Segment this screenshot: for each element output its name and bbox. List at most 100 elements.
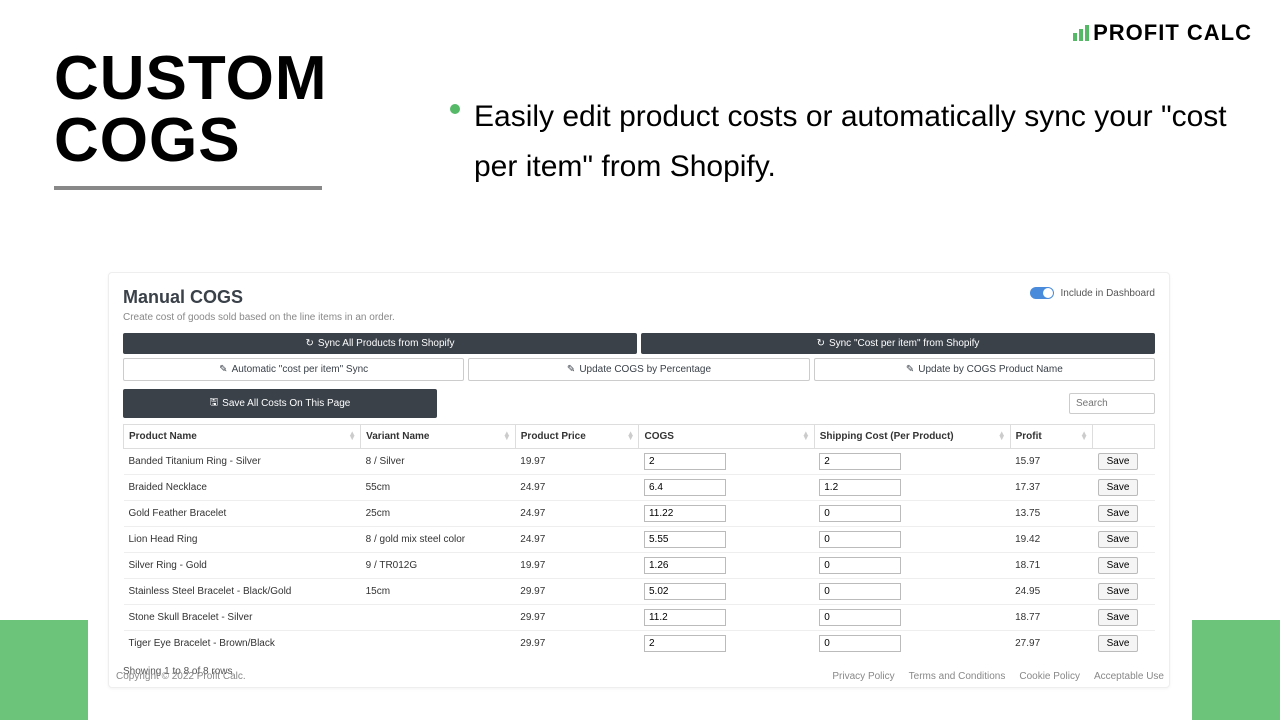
table-row: Stainless Steel Bracelet - Black/Gold15c… xyxy=(124,579,1155,605)
cell-variant xyxy=(361,605,516,631)
sync-icon xyxy=(817,338,825,349)
table-row: Gold Feather Bracelet25cm24.9713.75Save xyxy=(124,501,1155,527)
row-save-button[interactable]: Save xyxy=(1098,531,1139,548)
row-save-button[interactable]: Save xyxy=(1098,635,1139,652)
shipping-input[interactable] xyxy=(819,609,901,626)
sort-icon: ▲▼ xyxy=(1080,432,1088,442)
cell-product: Tiger Eye Bracelet - Brown/Black xyxy=(124,631,361,657)
cell-product: Lion Head Ring xyxy=(124,527,361,553)
col-price[interactable]: Product Price▲▼ xyxy=(515,425,639,449)
page-heading: CUSTOM COGS xyxy=(54,48,328,190)
row-save-button[interactable]: Save xyxy=(1098,505,1139,522)
brand-logo: PROFIT CALC xyxy=(1073,20,1252,46)
col-shipping[interactable]: Shipping Cost (Per Product)▲▼ xyxy=(814,425,1010,449)
row-save-button[interactable]: Save xyxy=(1098,583,1139,600)
cogs-input[interactable] xyxy=(644,635,726,652)
row-save-button[interactable]: Save xyxy=(1098,609,1139,626)
heading-line-2: COGS xyxy=(54,106,241,175)
update-by-name-button[interactable]: Update by COGS Product Name xyxy=(814,358,1155,381)
cell-price: 24.97 xyxy=(515,527,639,553)
sort-icon: ▲▼ xyxy=(348,432,356,442)
sort-icon: ▲▼ xyxy=(998,432,1006,442)
cell-product: Braided Necklace xyxy=(124,475,361,501)
col-action xyxy=(1093,425,1155,449)
cogs-input[interactable] xyxy=(644,531,726,548)
sync-all-label: Sync All Products from Shopify xyxy=(318,338,455,349)
footer-link[interactable]: Cookie Policy xyxy=(1019,671,1080,682)
cogs-input[interactable] xyxy=(644,505,726,522)
panel-subtitle: Create cost of goods sold based on the l… xyxy=(123,312,395,323)
include-dashboard-control[interactable]: Include in Dashboard xyxy=(1030,287,1155,299)
cogs-input[interactable] xyxy=(644,453,726,470)
auto-sync-button[interactable]: Automatic "cost per item" Sync xyxy=(123,358,464,381)
cogs-table: Product Name▲▼ Variant Name▲▼ Product Pr… xyxy=(123,424,1155,656)
cell-variant: 8 / gold mix steel color xyxy=(361,527,516,553)
heading-line-1: CUSTOM xyxy=(54,44,328,113)
cell-variant: 9 / TR012G xyxy=(361,553,516,579)
shipping-input[interactable] xyxy=(819,505,901,522)
copyright: Copyright © 2022 Profit Calc. xyxy=(116,671,246,682)
cell-variant: 25cm xyxy=(361,501,516,527)
bullet-text: Easily edit product costs or automatical… xyxy=(474,92,1240,191)
cell-price: 19.97 xyxy=(515,449,639,475)
col-cogs[interactable]: COGS▲▼ xyxy=(639,425,814,449)
row-save-button[interactable]: Save xyxy=(1098,479,1139,496)
row-save-button[interactable]: Save xyxy=(1098,453,1139,470)
cogs-input[interactable] xyxy=(644,479,726,496)
decor-corner-right xyxy=(1192,620,1280,720)
row-save-button[interactable]: Save xyxy=(1098,557,1139,574)
shipping-input[interactable] xyxy=(819,557,901,574)
cell-profit: 17.37 xyxy=(1010,475,1092,501)
cell-price: 19.97 xyxy=(515,553,639,579)
footer-link[interactable]: Terms and Conditions xyxy=(909,671,1006,682)
cell-profit: 18.71 xyxy=(1010,553,1092,579)
footer-link[interactable]: Privacy Policy xyxy=(832,671,894,682)
cogs-input[interactable] xyxy=(644,583,726,600)
sync-cost-label: Sync "Cost per item" from Shopify xyxy=(829,338,979,349)
cell-profit: 15.97 xyxy=(1010,449,1092,475)
cell-product: Silver Ring - Gold xyxy=(124,553,361,579)
table-row: Stone Skull Bracelet - Silver29.9718.77S… xyxy=(124,605,1155,631)
cell-price: 24.97 xyxy=(515,501,639,527)
cell-price: 24.97 xyxy=(515,475,639,501)
toggle-icon[interactable] xyxy=(1030,287,1054,299)
heading-underline xyxy=(54,186,322,190)
cogs-input[interactable] xyxy=(644,557,726,574)
panel-title: Manual COGS xyxy=(123,287,395,308)
col-product[interactable]: Product Name▲▼ xyxy=(124,425,361,449)
save-icon xyxy=(210,395,219,412)
cell-variant: 8 / Silver xyxy=(361,449,516,475)
auto-sync-label: Automatic "cost per item" Sync xyxy=(232,364,369,375)
update-by-name-label: Update by COGS Product Name xyxy=(918,364,1063,375)
cell-variant: 15cm xyxy=(361,579,516,605)
cell-profit: 24.95 xyxy=(1010,579,1092,605)
shipping-input[interactable] xyxy=(819,531,901,548)
col-profit[interactable]: Profit▲▼ xyxy=(1010,425,1092,449)
sort-icon: ▲▼ xyxy=(503,432,511,442)
edit-icon xyxy=(906,364,914,375)
table-row: Tiger Eye Bracelet - Brown/Black29.9727.… xyxy=(124,631,1155,657)
search-input[interactable] xyxy=(1069,393,1155,414)
shipping-input[interactable] xyxy=(819,479,901,496)
cell-price: 29.97 xyxy=(515,631,639,657)
cell-variant xyxy=(361,631,516,657)
sync-all-button[interactable]: Sync All Products from Shopify xyxy=(123,333,637,354)
table-row: Silver Ring - Gold9 / TR012G19.97 18.71 Sa… xyxy=(124,553,1155,579)
bullet-dot-icon xyxy=(450,104,460,114)
shipping-input[interactable] xyxy=(819,453,901,470)
shipping-input[interactable] xyxy=(819,583,901,600)
shipping-input[interactable] xyxy=(819,635,901,652)
update-percentage-label: Update COGS by Percentage xyxy=(579,364,711,375)
footer-link[interactable]: Acceptable Use xyxy=(1094,671,1164,682)
col-variant[interactable]: Variant Name▲▼ xyxy=(361,425,516,449)
bars-icon xyxy=(1073,25,1089,41)
save-all-button[interactable]: Save All Costs On This Page xyxy=(123,389,437,418)
table-row: Lion Head Ring8 / gold mix steel color24… xyxy=(124,527,1155,553)
cogs-input[interactable] xyxy=(644,609,726,626)
brand-name: PROFIT CALC xyxy=(1093,20,1252,46)
sync-cost-button[interactable]: Sync "Cost per item" from Shopify xyxy=(641,333,1155,354)
cell-price: 29.97 xyxy=(515,605,639,631)
page-footer: Copyright © 2022 Profit Calc. Privacy Po… xyxy=(116,671,1164,682)
decor-corner-left xyxy=(0,620,88,720)
update-percentage-button[interactable]: Update COGS by Percentage xyxy=(468,358,809,381)
